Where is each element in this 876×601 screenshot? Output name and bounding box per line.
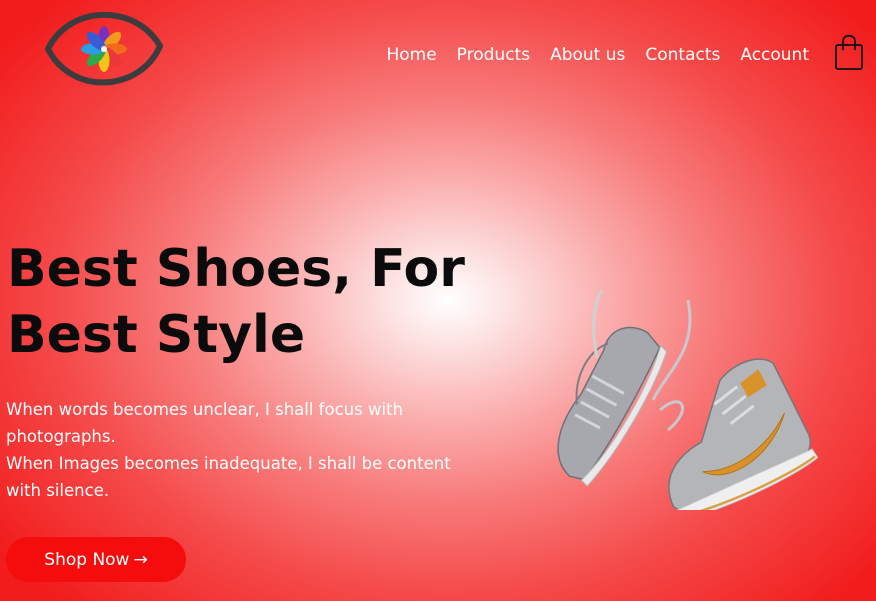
- hero-title-line-2: Best Style: [7, 305, 306, 365]
- hero-description: When words becomes unclear, I shall focu…: [6, 396, 456, 504]
- hero-text-line-2: When Images becomes inadequate, I shall …: [6, 454, 451, 500]
- hero-text-line-1: When words becomes unclear, I shall focu…: [6, 400, 403, 446]
- shopping-bag-icon[interactable]: [834, 33, 864, 71]
- hero-title-line-1: Best Shoes, For: [7, 239, 465, 299]
- right-sneaker: [668, 358, 818, 510]
- main-nav: Home Products About us Contacts Account: [386, 43, 809, 67]
- hero-title: Best Shoes, For Best Style: [7, 236, 477, 368]
- arrow-right-icon: →: [133, 549, 148, 570]
- nav-item-contacts[interactable]: Contacts: [645, 43, 720, 67]
- nav-item-home[interactable]: Home: [386, 43, 436, 67]
- shop-now-label: Shop Now: [44, 549, 130, 570]
- sneakers-image: [557, 290, 818, 510]
- nav-item-products[interactable]: Products: [457, 43, 530, 67]
- nav-item-account[interactable]: Account: [740, 43, 809, 67]
- shop-now-button[interactable]: Shop Now →: [6, 537, 186, 582]
- eye-flower-logo-icon[interactable]: [44, 12, 164, 86]
- left-sneaker: [557, 290, 668, 487]
- nav-item-about-us[interactable]: About us: [550, 43, 625, 67]
